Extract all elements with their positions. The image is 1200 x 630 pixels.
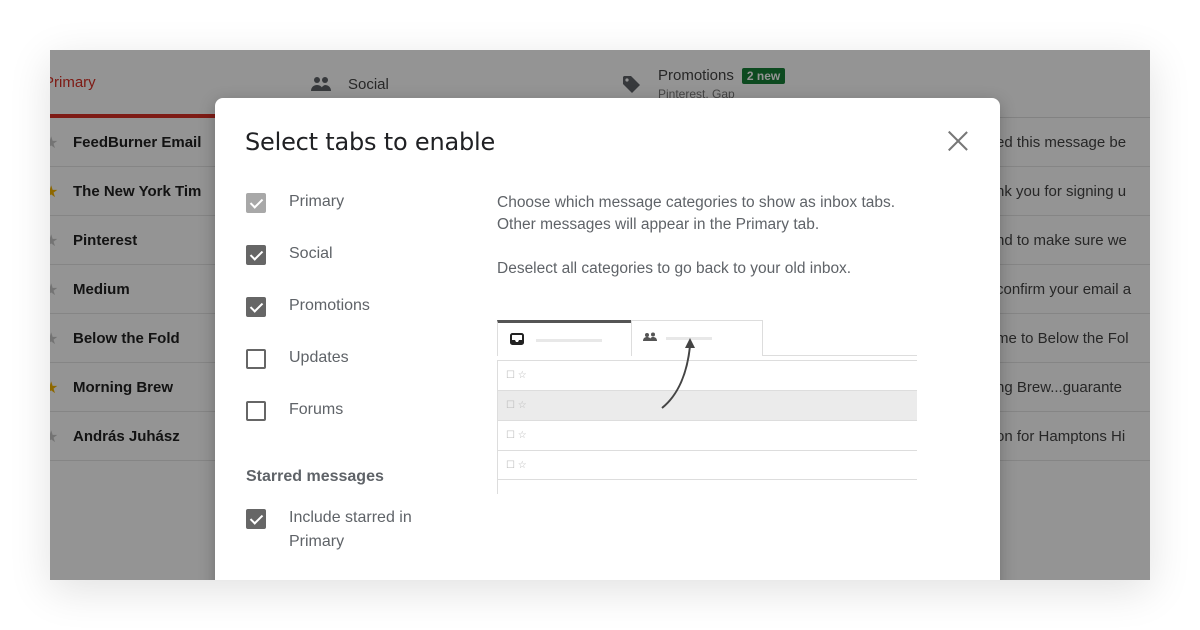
category-options: Primary Social Promotions Updates Forums <box>246 190 370 450</box>
category-option-promotions[interactable]: Promotions <box>246 294 370 346</box>
category-option-primary: Primary <box>246 190 370 242</box>
option-label: Promotions <box>289 297 370 314</box>
updates-checkbox[interactable] <box>246 349 266 369</box>
option-label: Updates <box>289 349 349 366</box>
category-option-updates[interactable]: Updates <box>246 346 370 398</box>
tabs-illustration: ☐ ☆ ☐ ☆ ☐ ☆ ☐ ☆ <box>497 320 917 500</box>
dialog-description: Choose which message categories to show … <box>497 192 927 280</box>
screenshot-frame: Primary Social Promotions 2 new Pinteres… <box>50 50 1150 580</box>
social-checkbox[interactable] <box>246 245 266 265</box>
include-starred-label: Include starred in Primary <box>289 509 412 550</box>
include-starred-option[interactable]: Include starred in Primary <box>246 506 459 554</box>
arrow-icon <box>661 338 695 409</box>
dialog-title: Select tabs to enable <box>245 128 496 156</box>
category-option-social[interactable]: Social <box>246 242 370 294</box>
option-label: Primary <box>289 193 345 210</box>
description-paragraph: Deselect all categories to go back to yo… <box>497 260 852 277</box>
description-paragraph: Choose which message categories to show … <box>497 194 896 233</box>
promotions-checkbox[interactable] <box>246 297 266 317</box>
starred-messages-heading: Starred messages <box>246 468 384 485</box>
select-tabs-dialog: Select tabs to enable Primary Social Promo… <box>215 98 1000 580</box>
option-label: Social <box>289 245 333 262</box>
category-option-forums[interactable]: Forums <box>246 398 370 450</box>
primary-checkbox <box>246 193 266 213</box>
close-icon[interactable] <box>945 128 971 154</box>
option-label: Forums <box>289 401 344 418</box>
include-starred-checkbox[interactable] <box>246 509 266 529</box>
forums-checkbox[interactable] <box>246 401 266 421</box>
